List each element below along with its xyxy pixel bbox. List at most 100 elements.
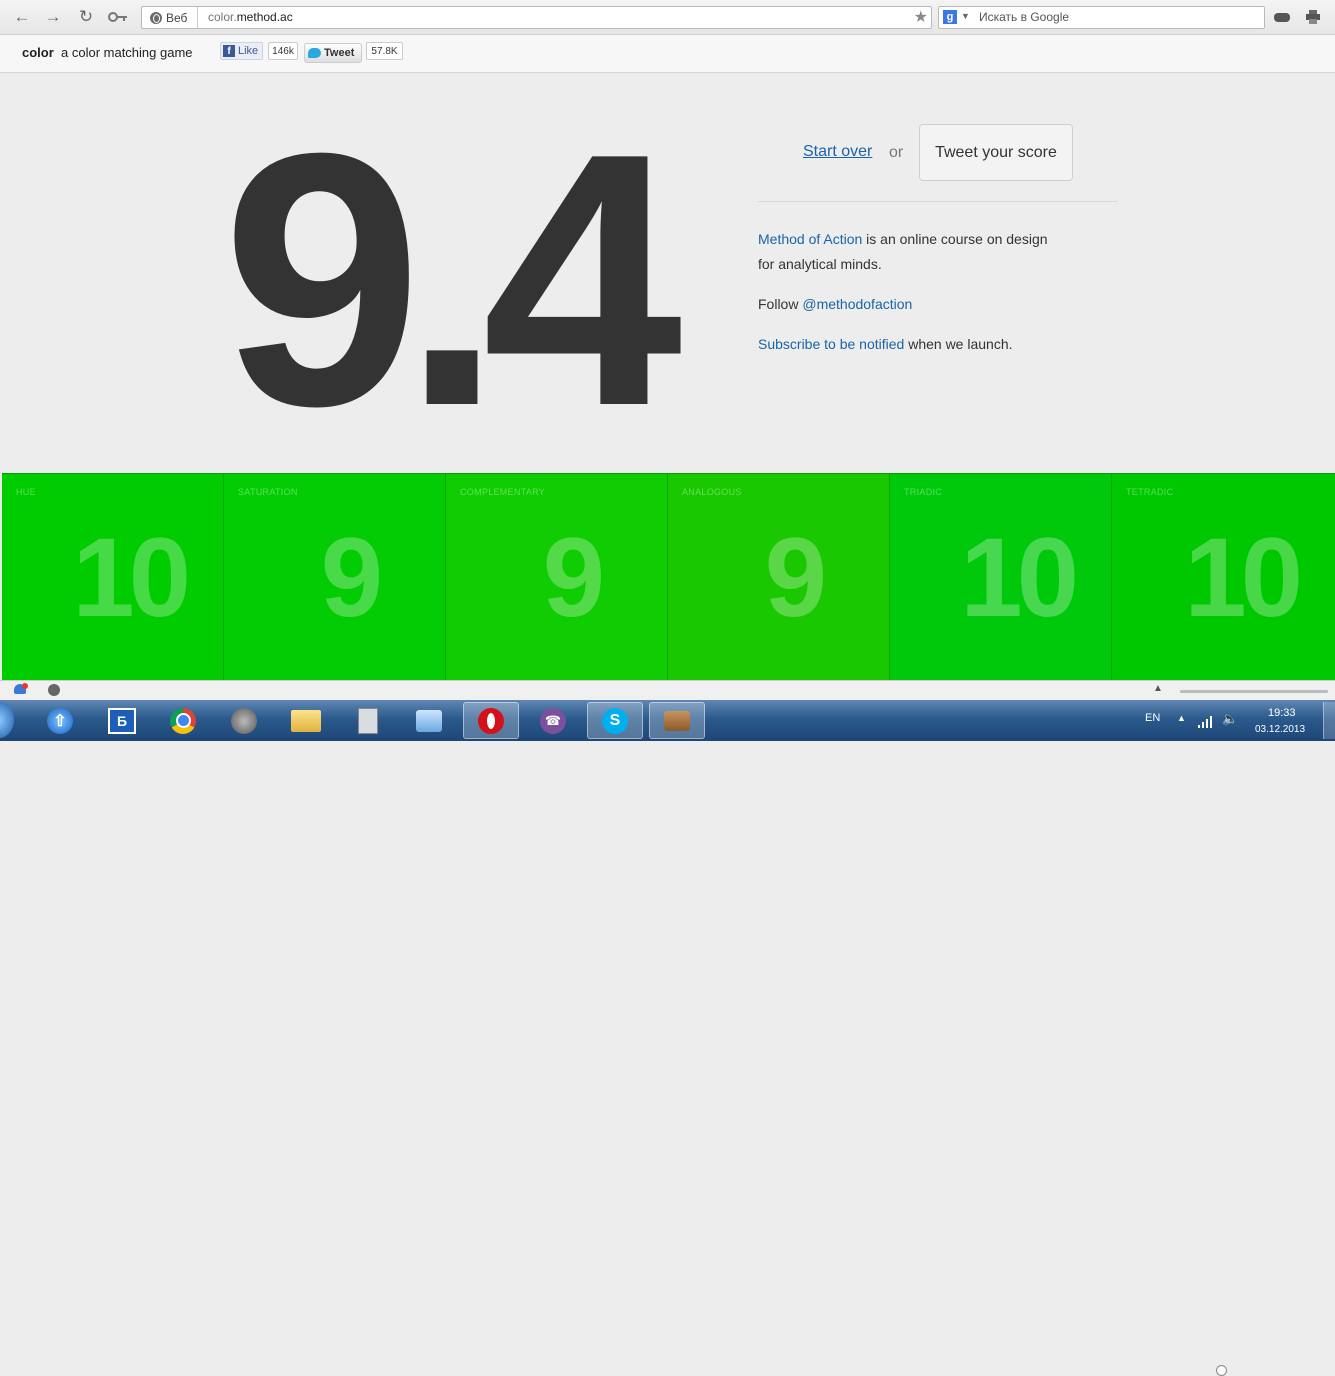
search-placeholder[interactable]: Искать в Google xyxy=(979,10,1069,24)
tile-value: 10 xyxy=(1184,515,1303,640)
search-box[interactable]: g ▼ Искать в Google xyxy=(938,6,1265,29)
subscribe-link[interactable]: Subscribe to be notified xyxy=(758,336,904,352)
twitter-bird-icon xyxy=(308,48,321,58)
gamepad-icon[interactable] xyxy=(1271,6,1293,28)
network-icon[interactable] xyxy=(1198,715,1212,728)
total-score: 9.4 xyxy=(222,79,682,481)
bdb-icon: Б xyxy=(108,707,136,734)
tweet-count: 57.8K xyxy=(366,42,403,60)
bookmark-star-icon[interactable]: ★ xyxy=(914,7,928,27)
subscribe-paragraph: Subscribe to be notified when we launch. xyxy=(758,332,1013,357)
tile-value: 9 xyxy=(764,515,827,640)
fb-like-label: Like xyxy=(238,45,259,57)
tile-value: 10 xyxy=(72,515,191,640)
taskbar-bdb-app[interactable]: Б xyxy=(94,702,150,739)
fb-like-count: 146k xyxy=(268,42,298,60)
tray-expand-icon[interactable]: ▲ xyxy=(1177,713,1186,723)
follow-paragraph: Follow @methodofaction xyxy=(758,292,912,317)
tweet-button[interactable]: Tweet xyxy=(304,43,362,63)
method-of-action-link[interactable]: Method of Action xyxy=(758,231,862,247)
about-text-1: is an online course on design xyxy=(862,231,1048,247)
clock-time[interactable]: 19:33 xyxy=(1268,707,1296,719)
taskbar-calculator[interactable] xyxy=(340,702,396,739)
skype-icon: S xyxy=(602,707,628,734)
about-paragraph: Method of Action is an online course on … xyxy=(758,227,1048,277)
opera-icon xyxy=(478,707,504,734)
or-text: or xyxy=(889,144,904,161)
zoom-slider[interactable] xyxy=(1180,690,1328,693)
mail-icon xyxy=(416,709,442,732)
taskbar-explorer[interactable] xyxy=(278,702,334,739)
score-tiles: HUE 10 SATURATION 9 COMPLEMENTARY 9 ANAL… xyxy=(2,473,1335,681)
chevron-up-icon[interactable]: ▲ xyxy=(1153,683,1163,694)
tile-value: 9 xyxy=(542,515,605,640)
key-svg xyxy=(108,12,127,22)
show-desktop-button[interactable] xyxy=(1323,702,1335,739)
key-icon[interactable] xyxy=(106,6,130,28)
globe-icon xyxy=(150,11,162,24)
site-chip[interactable]: Веб xyxy=(142,7,198,28)
tile-value: 9 xyxy=(320,515,383,640)
taskbar-upload-app[interactable]: ⇧ xyxy=(32,702,88,739)
tile-saturation: SATURATION 9 xyxy=(224,474,446,681)
viber-icon: ☎ xyxy=(540,707,566,734)
tile-triadic: TRIADIC 10 xyxy=(890,474,1112,681)
url-prefix: color. xyxy=(208,10,237,24)
gamepad-svg xyxy=(1274,13,1290,22)
url-domain: method.ac xyxy=(236,10,293,24)
taskbar-skype[interactable]: S xyxy=(587,702,643,739)
start-over-link[interactable]: Start over xyxy=(803,143,872,161)
tile-value: 10 xyxy=(960,515,1079,640)
clock-date[interactable]: 03.12.2013 xyxy=(1255,724,1305,735)
calculator-icon xyxy=(358,707,378,734)
notification-dot-icon xyxy=(22,683,28,689)
browser-toolbar: ← → ↻ Веб color.method.ac ★ g ▼ Искать в… xyxy=(0,0,1335,35)
speed-dial-icon[interactable] xyxy=(48,684,60,696)
print-icon[interactable] xyxy=(1302,6,1324,28)
brand-name[interactable]: color xyxy=(22,45,54,60)
browser-status-bar: ▲ xyxy=(0,680,1335,1376)
taskbar-viber[interactable]: ☎ xyxy=(525,702,581,739)
taskbar-chrome[interactable] xyxy=(155,702,211,739)
tile-label: TETRADIC xyxy=(1126,487,1174,497)
tile-analogous: ANALOGOUS 9 xyxy=(668,474,890,681)
windows-taskbar: ⇧ Б ☎ S EN ▲ 🔈 19:33 03.12.2013 xyxy=(0,700,1335,741)
wallet-icon xyxy=(664,710,690,731)
follow-handle-link[interactable]: @methodofaction xyxy=(802,296,912,312)
tweet-score-button[interactable]: Tweet your score xyxy=(919,124,1073,181)
tile-label: SATURATION xyxy=(238,487,298,497)
chevron-down-icon[interactable]: ▼ xyxy=(961,11,970,21)
address-bar[interactable]: Веб color.method.ac ★ xyxy=(141,6,932,29)
site-header: color a color matching game f Like 146k … xyxy=(0,35,1335,73)
facebook-icon: f xyxy=(223,45,235,57)
reload-icon[interactable]: ↻ xyxy=(74,6,98,28)
volume-icon[interactable]: 🔈 xyxy=(1222,711,1238,727)
divider xyxy=(758,201,1117,202)
print-svg xyxy=(1306,10,1320,24)
forward-arrow-icon[interactable]: → xyxy=(41,6,65,28)
gear-icon xyxy=(231,707,257,734)
google-icon[interactable]: g xyxy=(943,10,957,24)
url-text[interactable]: color.method.ac xyxy=(208,10,293,24)
tile-label: HUE xyxy=(16,487,36,497)
facebook-like-button[interactable]: f Like xyxy=(220,42,263,60)
site-chip-label: Веб xyxy=(166,10,188,25)
chrome-icon xyxy=(170,707,196,734)
tile-tetradic: TETRADIC 10 xyxy=(1112,474,1335,681)
taskbar-mail[interactable] xyxy=(401,702,457,739)
taskbar-opera[interactable] xyxy=(463,702,519,739)
tile-label: TRIADIC xyxy=(904,487,943,497)
subscribe-suffix: when we launch. xyxy=(904,336,1013,352)
folder-icon xyxy=(291,709,321,732)
language-indicator[interactable]: EN xyxy=(1145,712,1160,724)
back-arrow-icon[interactable]: ← xyxy=(10,6,34,28)
upload-arrow-icon: ⇧ xyxy=(47,707,73,734)
tweet-label: Tweet xyxy=(324,47,355,59)
follow-prefix: Follow xyxy=(758,296,803,312)
taskbar-wallet[interactable] xyxy=(649,702,705,739)
tagline: a color matching game xyxy=(61,45,193,60)
tile-label: COMPLEMENTARY xyxy=(460,487,546,497)
zoom-slider-thumb[interactable] xyxy=(1216,1365,1227,1376)
tile-label: ANALOGOUS xyxy=(682,487,742,497)
taskbar-settings[interactable] xyxy=(216,702,272,739)
